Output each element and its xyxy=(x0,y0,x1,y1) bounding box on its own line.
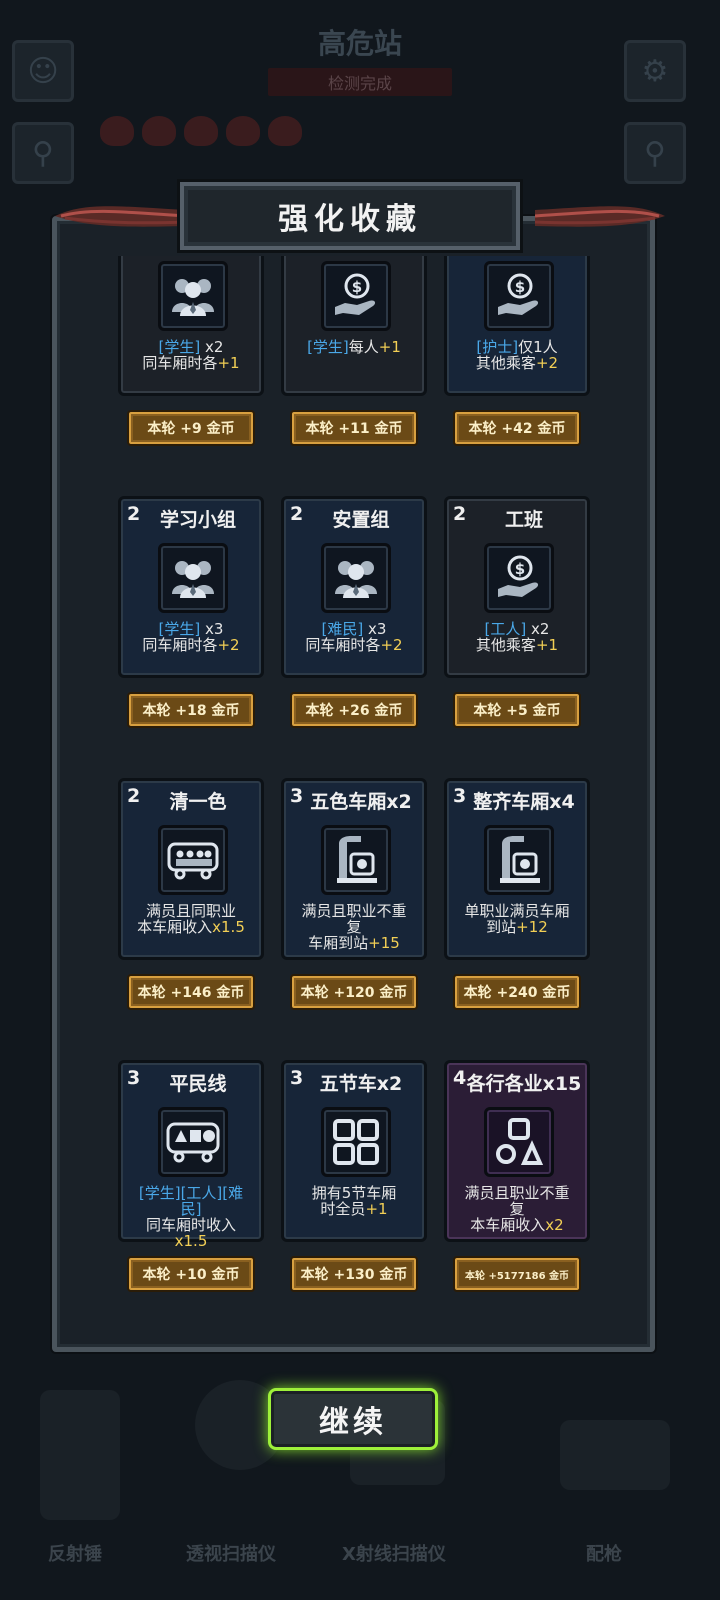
heart-icon xyxy=(100,116,134,146)
reward-badge: 本轮 +130 金币 xyxy=(290,1256,418,1292)
modal-title: 强化收藏 xyxy=(278,202,422,237)
train-icon xyxy=(321,825,391,895)
ribbon-left-decoration xyxy=(55,206,185,227)
group-icon xyxy=(158,543,228,613)
collection-card[interactable]: 随车护士$[护士]仅1人其他乘客+2 xyxy=(444,256,590,396)
hand-dollar-icon: $ xyxy=(484,543,554,613)
reward-badge: 本轮 +10 金币 xyxy=(127,1256,255,1292)
card-description: 满员且职业不重复车厢到站+15 xyxy=(301,902,407,952)
tool-label-hammer: 反射锤 xyxy=(48,1544,102,1565)
card-description: [学生]每人+1 xyxy=(307,338,401,356)
card-title: 各行各业x15 xyxy=(466,1073,582,1095)
reward-badge: 本轮 +18 金币 xyxy=(127,692,255,728)
collection-card[interactable]: 学生票$[学生]每人+1 xyxy=(281,256,427,396)
collection-card[interactable]: 3 平民线 [学生][工人][难 民] 同车厢时收入 x1.5 xyxy=(118,1060,264,1249)
card-description: [工人] x2 其他乘客+1 xyxy=(475,620,559,654)
card-description: [护士]仅1人 其他乘客+2 xyxy=(475,338,559,372)
reward-badge: 本轮 +11 金币 xyxy=(290,410,418,446)
svg-text:$: $ xyxy=(515,560,525,578)
tool-label-scanner: 透视扫描仪 xyxy=(186,1544,276,1565)
collection-card[interactable]: 3 整齐车厢x4 单职业满员车厢 到站+12 xyxy=(444,778,590,960)
shapes-bus-icon xyxy=(158,1107,228,1177)
card-description: 满员且职业不重复本车厢收入x2 xyxy=(464,1184,570,1234)
collection-card[interactable]: 同桌[学生] x2同车厢时各+1 xyxy=(118,256,264,396)
reward-badge: 本轮 +26 金币 xyxy=(290,692,418,728)
card-title: 整齐车厢x4 xyxy=(473,791,575,813)
group-icon xyxy=(321,543,391,613)
card-title: 五节车x2 xyxy=(319,1073,403,1095)
pistol-icon xyxy=(560,1420,670,1490)
shapes-icon xyxy=(484,1107,554,1177)
reward-badge: 本轮 +5177186 金币 xyxy=(453,1256,581,1292)
collection-grid[interactable]: 同桌[学生] x2同车厢时各+1本轮 +9 金币学生票$[学生]每人+1本轮 +… xyxy=(62,256,645,1338)
reward-badge: 本轮 +5 金币 xyxy=(453,692,581,728)
card-title: 学习小组 xyxy=(159,509,236,531)
group-icon xyxy=(158,261,228,331)
collection-card[interactable]: 2 安置组 [难民] x3 同车厢时各+2 xyxy=(281,496,427,678)
passenger-profile-icon: ☺ xyxy=(12,40,74,102)
card-title: 平民线 xyxy=(169,1073,227,1095)
reward-badge: 本轮 +240 金币 xyxy=(453,974,581,1010)
health-hearts xyxy=(100,116,302,146)
continue-button[interactable]: 继续 xyxy=(268,1388,438,1450)
collection-card[interactable]: 2 清一色 满员且同职业 本车厢收入x1.5 xyxy=(118,778,264,960)
card-description: [学生][工人][难 民] 同车厢时收入 x1.5 xyxy=(138,1184,244,1250)
station-status: 检测完成 xyxy=(267,68,452,96)
card-title: 清一色 xyxy=(169,791,227,813)
station-header: 高危站 检测完成 xyxy=(140,14,580,96)
heart-icon xyxy=(142,116,176,146)
card-description: [学生] x2 同车厢时各+1 xyxy=(142,338,240,372)
station-title: 高危站 xyxy=(317,27,402,60)
card-title: 工班 xyxy=(504,509,543,531)
reward-badge: 本轮 +9 金币 xyxy=(127,410,255,446)
card-title: 五色车厢x2 xyxy=(310,791,412,813)
gear-icon: ⚙ xyxy=(624,40,686,102)
heart-icon xyxy=(268,116,302,146)
card-title: 安置组 xyxy=(332,509,390,531)
reward-badge: 本轮 +146 金币 xyxy=(127,974,255,1010)
hand-dollar-icon: $ xyxy=(321,261,391,331)
collection-card[interactable]: 4 各行各业x15 满员且职业不重复本车厢收入x2 xyxy=(444,1060,590,1242)
carriage-icon xyxy=(158,825,228,895)
card-description: [学生] x3 同车厢时各+2 xyxy=(142,620,240,654)
collection-card[interactable]: 2 学习小组 [学生] x3 同车厢时各+2 xyxy=(118,496,264,678)
hammer-icon xyxy=(40,1390,120,1520)
ribbon-right-decoration xyxy=(535,206,665,227)
card-description: [难民] x3 同车厢时各+2 xyxy=(305,620,403,654)
card-description: 满员且同职业 本车厢收入x1.5 xyxy=(137,902,245,936)
svg-text:$: $ xyxy=(515,278,525,296)
card-description: 单职业满员车厢 到站+12 xyxy=(464,902,570,936)
reward-badge: 本轮 +42 金币 xyxy=(453,410,581,446)
heart-icon xyxy=(184,116,218,146)
grid-icon xyxy=(321,1107,391,1177)
svg-text:$: $ xyxy=(352,278,362,296)
collection-card[interactable]: 3 五色车厢x2 满员且职业不重复车厢到站+15 xyxy=(281,778,427,960)
reward-badge: 本轮 +120 金币 xyxy=(290,974,418,1010)
hand-dollar-icon: $ xyxy=(484,261,554,331)
card-description: 拥有5节车厢 时全员+1 xyxy=(311,1184,397,1218)
microscope-icon: ⚲ xyxy=(624,122,686,184)
tool-label-gun: 配枪 xyxy=(586,1544,622,1565)
tool-label-xray: X射线扫描仪 xyxy=(342,1544,446,1565)
collection-card[interactable]: 3 五节车x2 拥有5节车厢 时全员+1 xyxy=(281,1060,427,1242)
train-icon xyxy=(484,825,554,895)
modal-title-banner: 强化收藏 xyxy=(180,182,520,250)
microscope-icon: ⚲ xyxy=(12,122,74,184)
heart-icon xyxy=(226,116,260,146)
collection-card[interactable]: 2 工班 $ [工人] x2 其他乘客+1 xyxy=(444,496,590,678)
